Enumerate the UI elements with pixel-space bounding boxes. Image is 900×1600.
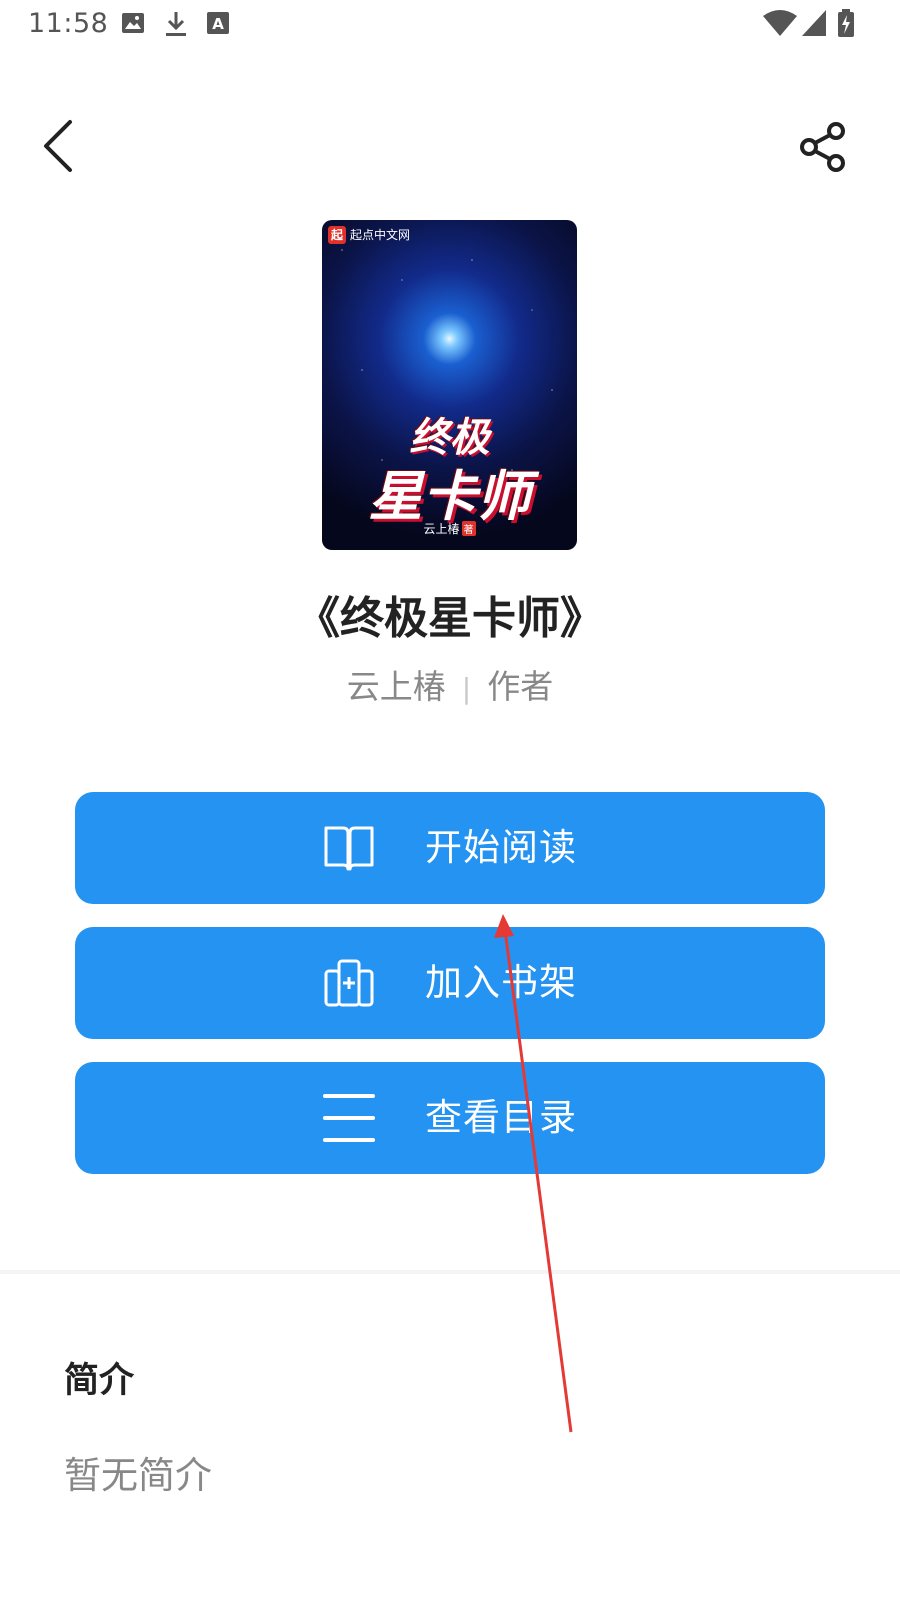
download-icon bbox=[166, 12, 186, 36]
add-to-shelf-icon bbox=[324, 959, 374, 1007]
cover-publisher-mark: 起 bbox=[328, 226, 346, 244]
author-line: 云上椿 | 作者 bbox=[0, 660, 900, 708]
start-reading-label: 开始阅读 bbox=[425, 826, 577, 869]
status-bar: 11:58 A bbox=[0, 0, 900, 50]
section-divider bbox=[0, 1270, 900, 1274]
add-to-shelf-button[interactable]: 加入书架 bbox=[75, 927, 825, 1039]
intro-text: 暂无简介 bbox=[64, 1454, 212, 1497]
signal-icon bbox=[802, 10, 826, 36]
cover-author-name: 云上椿 bbox=[423, 522, 460, 536]
list-icon bbox=[323, 1094, 375, 1142]
battery-charging-icon bbox=[838, 9, 854, 37]
cover-publisher: 起点中文网 bbox=[350, 228, 411, 242]
view-catalog-label: 查看目录 bbox=[425, 1096, 577, 1139]
chevron-left-icon bbox=[44, 120, 72, 172]
author-separator: | bbox=[461, 672, 472, 705]
view-catalog-button[interactable]: 查看目录 bbox=[75, 1062, 825, 1174]
intro-heading: 简介 bbox=[64, 1361, 135, 1401]
share-icon bbox=[800, 122, 845, 172]
back-button[interactable] bbox=[38, 118, 82, 174]
share-button[interactable] bbox=[796, 120, 850, 174]
svg-text:A: A bbox=[212, 15, 224, 33]
image-icon bbox=[122, 13, 144, 33]
start-reading-button[interactable]: 开始阅读 bbox=[75, 792, 825, 904]
author-role: 作者 bbox=[487, 667, 554, 706]
author-name: 云上椿 bbox=[346, 667, 446, 706]
book-cover: 起 起点中文网 终极 星卡师 云上椿著 bbox=[322, 220, 577, 550]
book-title: 《终极星卡师》 bbox=[296, 593, 604, 644]
cover-author: 云上椿著 bbox=[322, 520, 577, 537]
cover-author-mark: 著 bbox=[461, 521, 476, 536]
text-a-icon: A bbox=[207, 12, 229, 34]
wifi-icon bbox=[763, 10, 797, 36]
open-book-icon bbox=[324, 826, 374, 871]
status-time: 11:58 bbox=[28, 8, 109, 39]
add-to-shelf-label: 加入书架 bbox=[425, 961, 577, 1004]
